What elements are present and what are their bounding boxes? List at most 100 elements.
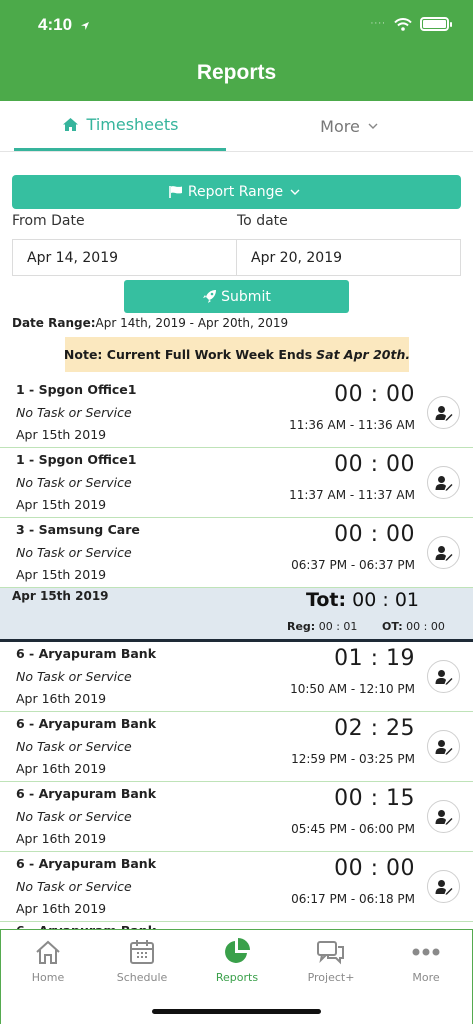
timesheet-entry[interactable]: 6 - Aryapuram Bank No Task or Service Apr … [0, 852, 473, 922]
entry-name: 6 - Aryapuram Bank [16, 716, 157, 731]
date-range-text: Date Range:Apr 14th, 2019 - Apr 20th, 20… [12, 316, 288, 330]
entry-name: 6 - Aryapuram Bank [16, 786, 157, 801]
status-time: 4:10 [38, 15, 90, 35]
edit-user-button[interactable] [427, 396, 460, 429]
entry-name: 6 - Aryapuram Bank [16, 856, 157, 871]
rocket-icon [203, 290, 217, 303]
location-arrow-icon [80, 21, 89, 30]
entry-time-range: 06:17 PM - 06:18 PM [291, 892, 415, 906]
user-edit-icon [435, 545, 452, 561]
submit-label: Submit [221, 288, 271, 305]
bottom-tab-schedule-label: Schedule [116, 971, 168, 984]
entry-date: Apr 16th 2019 [16, 761, 107, 776]
entry-time-range: 05:45 PM - 06:00 PM [291, 822, 415, 836]
battery-icon [420, 17, 452, 31]
bottom-tab-home-label: Home [31, 971, 65, 984]
entry-duration: 00 : 15 [334, 786, 415, 811]
timesheet-entry[interactable]: 1 - Spgon Office1 No Task or Service Apr 1… [0, 378, 473, 448]
entry-time-range: 06:37 PM - 06:37 PM [291, 558, 415, 572]
summary-total-value: 00 : 01 [352, 589, 419, 611]
timesheet-entry[interactable]: 3 - Samsung Care No Task or Service Apr 15… [0, 518, 473, 588]
entry-name: 1 - Spgon Office1 [16, 382, 137, 397]
day-summary: Apr 15th 2019 Tot: 00 : 01 Reg: 00 : 01 … [0, 588, 473, 642]
bottom-tab-more-label: More [412, 971, 440, 984]
user-edit-icon [435, 739, 452, 755]
note-emphasis: Sat Apr 20th. [316, 347, 411, 362]
summary-overtime-value: 00 : 00 [406, 620, 445, 633]
entry-duration: 01 : 19 [334, 646, 415, 671]
timesheet-entry[interactable]: 6 - Aryapuram Bank No Task or Service Apr … [0, 642, 473, 712]
timesheet-entry[interactable]: 1 - Spgon Office1 No Task or Service Apr 1… [0, 448, 473, 518]
entry-task: No Task or Service [16, 879, 132, 894]
entry-date: Apr 16th 2019 [16, 831, 107, 846]
summary-total: Tot: 00 : 01 [306, 589, 419, 611]
summary-date: Apr 15th 2019 [12, 589, 109, 603]
chevron-down-icon [368, 123, 378, 129]
summary-overtime-label: OT: [382, 620, 403, 633]
edit-user-button[interactable] [427, 870, 460, 903]
entry-duration: 00 : 00 [334, 522, 415, 547]
pie-chart-icon [225, 938, 250, 963]
home-icon [62, 118, 78, 131]
bottom-tab-reports[interactable]: Reports [190, 936, 284, 984]
entry-time-range: 10:50 AM - 12:10 PM [290, 682, 415, 696]
summary-regular-label: Reg: [287, 620, 316, 633]
edit-user-button[interactable] [427, 536, 460, 569]
timesheet-entry[interactable]: 6 - Aryapuram Bank No Task or Service Apr … [0, 782, 473, 852]
submit-button[interactable]: Submit [124, 280, 349, 313]
chat-bubbles-icon [317, 941, 344, 965]
entry-name: 3 - Samsung Care [16, 522, 140, 537]
entry-date: Apr 15th 2019 [16, 427, 107, 442]
edit-user-button[interactable] [427, 466, 460, 499]
bottom-tab-project[interactable]: Project+ [284, 936, 378, 984]
bottom-tab-more[interactable]: More [379, 936, 473, 984]
note-text: Note: Current Full Work Week Ends [63, 347, 313, 362]
entry-task: No Task or Service [16, 739, 132, 754]
tab-more[interactable]: More [240, 101, 460, 151]
user-edit-icon [435, 405, 452, 421]
report-range-button[interactable]: Report Range [12, 175, 461, 209]
entry-date: Apr 15th 2019 [16, 567, 107, 582]
entry-date: Apr 16th 2019 [16, 691, 107, 706]
summary-regular: Reg: 00 : 01 [287, 620, 357, 633]
summary-total-label: Tot: [305, 589, 347, 611]
edit-user-button[interactable] [427, 800, 460, 833]
to-date-label: To date [237, 213, 288, 229]
user-edit-icon [435, 475, 452, 491]
wifi-icon [394, 17, 412, 31]
from-date-field[interactable]: Apr 14, 2019 [12, 239, 237, 276]
entry-task: No Task or Service [16, 405, 132, 420]
entry-task: No Task or Service [16, 545, 132, 560]
home-indicator [152, 1009, 321, 1014]
bottom-tab-reports-label: Reports [215, 971, 259, 984]
bottom-tab-home[interactable]: Home [1, 936, 95, 984]
timesheet-entry[interactable]: 6 - Aryapuram Bank No Task or Service Apr … [0, 712, 473, 782]
user-edit-icon [435, 669, 452, 685]
entry-task: No Task or Service [16, 809, 132, 824]
tab-timesheets-label: Timesheets [86, 115, 179, 134]
entry-name: 6 - Aryapuram Bank [16, 646, 157, 661]
report-range-label: Report Range [187, 184, 284, 200]
more-dots-icon [412, 948, 440, 956]
to-date-field[interactable]: Apr 20, 2019 [236, 239, 461, 276]
status-indicators: ···· [370, 17, 452, 31]
user-edit-icon [435, 879, 452, 895]
entry-time-range: 11:36 AM - 11:36 AM [289, 418, 415, 432]
page-title: Reports [196, 61, 277, 84]
edit-user-button[interactable] [427, 660, 460, 693]
bottom-tab-schedule[interactable]: Schedule [95, 936, 189, 984]
date-range-label: Date Range: [12, 316, 96, 330]
entry-duration: 02 : 25 [334, 716, 415, 741]
entry-task: No Task or Service [16, 669, 132, 684]
entry-duration: 00 : 00 [334, 382, 415, 407]
edit-user-button[interactable] [427, 730, 460, 763]
summary-regular-value: 00 : 01 [318, 620, 358, 633]
entry-time-range: 11:37 AM - 11:37 AM [289, 488, 415, 502]
status-time-text: 4:10 [38, 15, 73, 34]
cellular-signal-icon: ···· [370, 19, 386, 29]
entry-time-range: 12:59 PM - 03:25 PM [291, 752, 415, 766]
report-tabs: Timesheets More [0, 101, 473, 152]
user-edit-icon [435, 809, 452, 825]
tab-timesheets[interactable]: Timesheets [14, 101, 226, 151]
calendar-icon [130, 940, 154, 964]
